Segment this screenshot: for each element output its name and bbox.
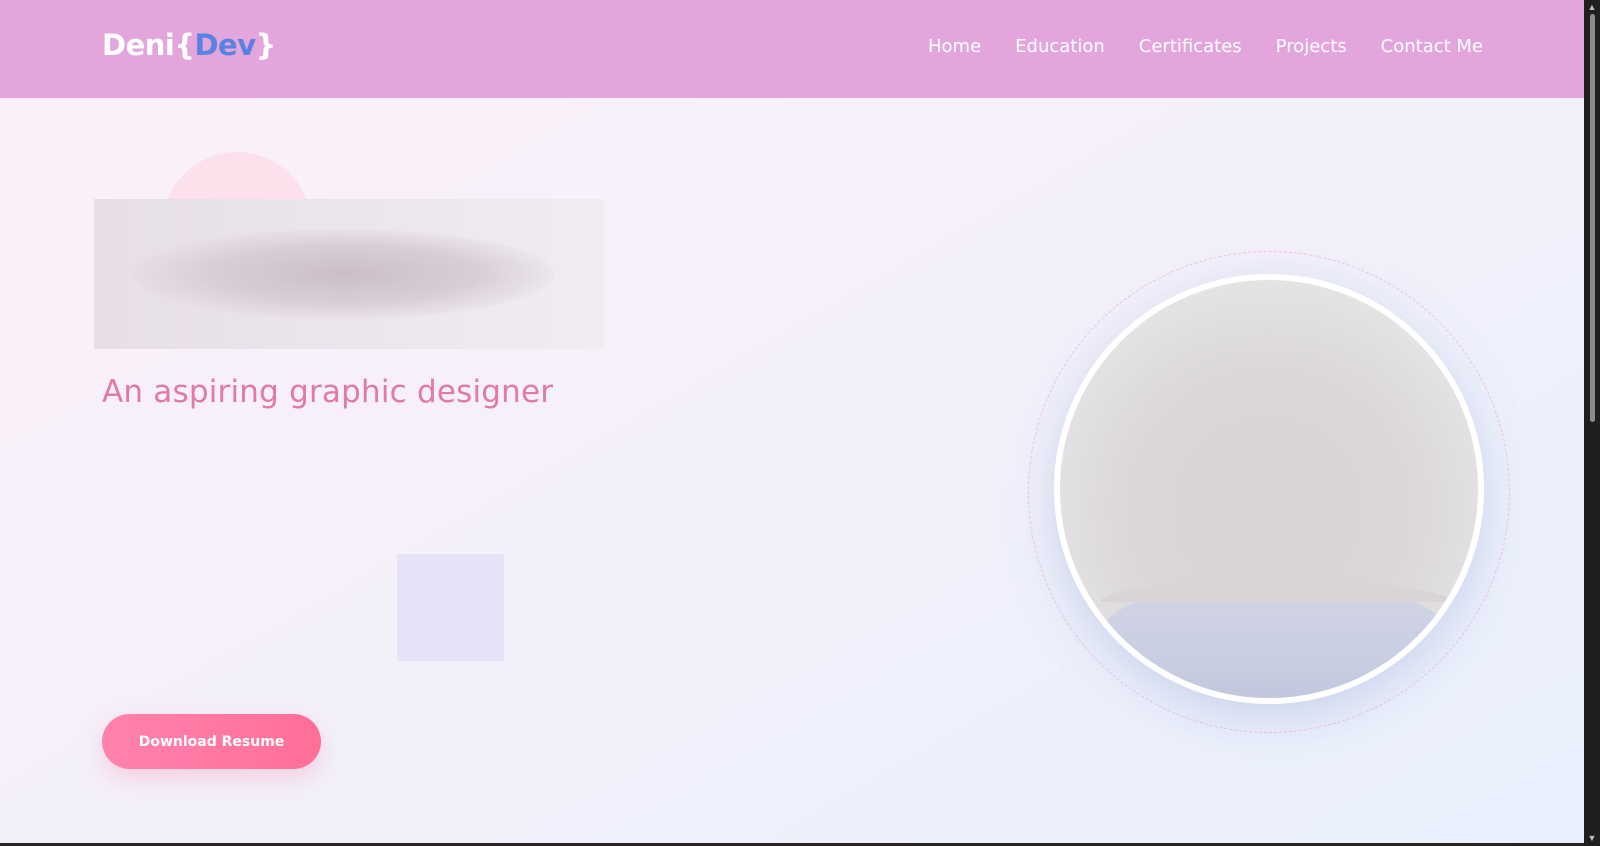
scroll-up-icon[interactable]: ▲ [1587,2,1597,12]
hero-subtitle: An aspiring graphic designer [102,374,554,410]
logo-open-brace: { [174,28,195,62]
nav-projects[interactable]: Projects [1276,36,1347,57]
site-header: Deni{Dev} Home Education Certificates Pr… [0,0,1584,98]
nav-home[interactable]: Home [928,36,981,57]
download-resume-button[interactable]: Download Resume [102,714,321,769]
profile-photo [1054,274,1484,704]
site-logo[interactable]: Deni{Dev} [102,28,276,62]
scroll-thumb[interactable] [1590,14,1595,422]
profile-photo-shoulders [1100,580,1450,698]
nav-certificates[interactable]: Certificates [1139,36,1242,57]
main-nav: Home Education Certificates Projects Con… [928,36,1483,57]
blurred-hero-title [94,199,604,349]
decorative-square [397,554,504,661]
nav-contact-me[interactable]: Contact Me [1381,36,1483,57]
scroll-down-icon[interactable]: ▼ [1587,833,1597,843]
logo-name: Deni [102,28,175,62]
page-viewport: Deni{Dev} Home Education Certificates Pr… [0,0,1584,846]
logo-highlight: Dev [194,28,256,62]
nav-education[interactable]: Education [1015,36,1105,57]
logo-close-brace: } [255,28,277,62]
